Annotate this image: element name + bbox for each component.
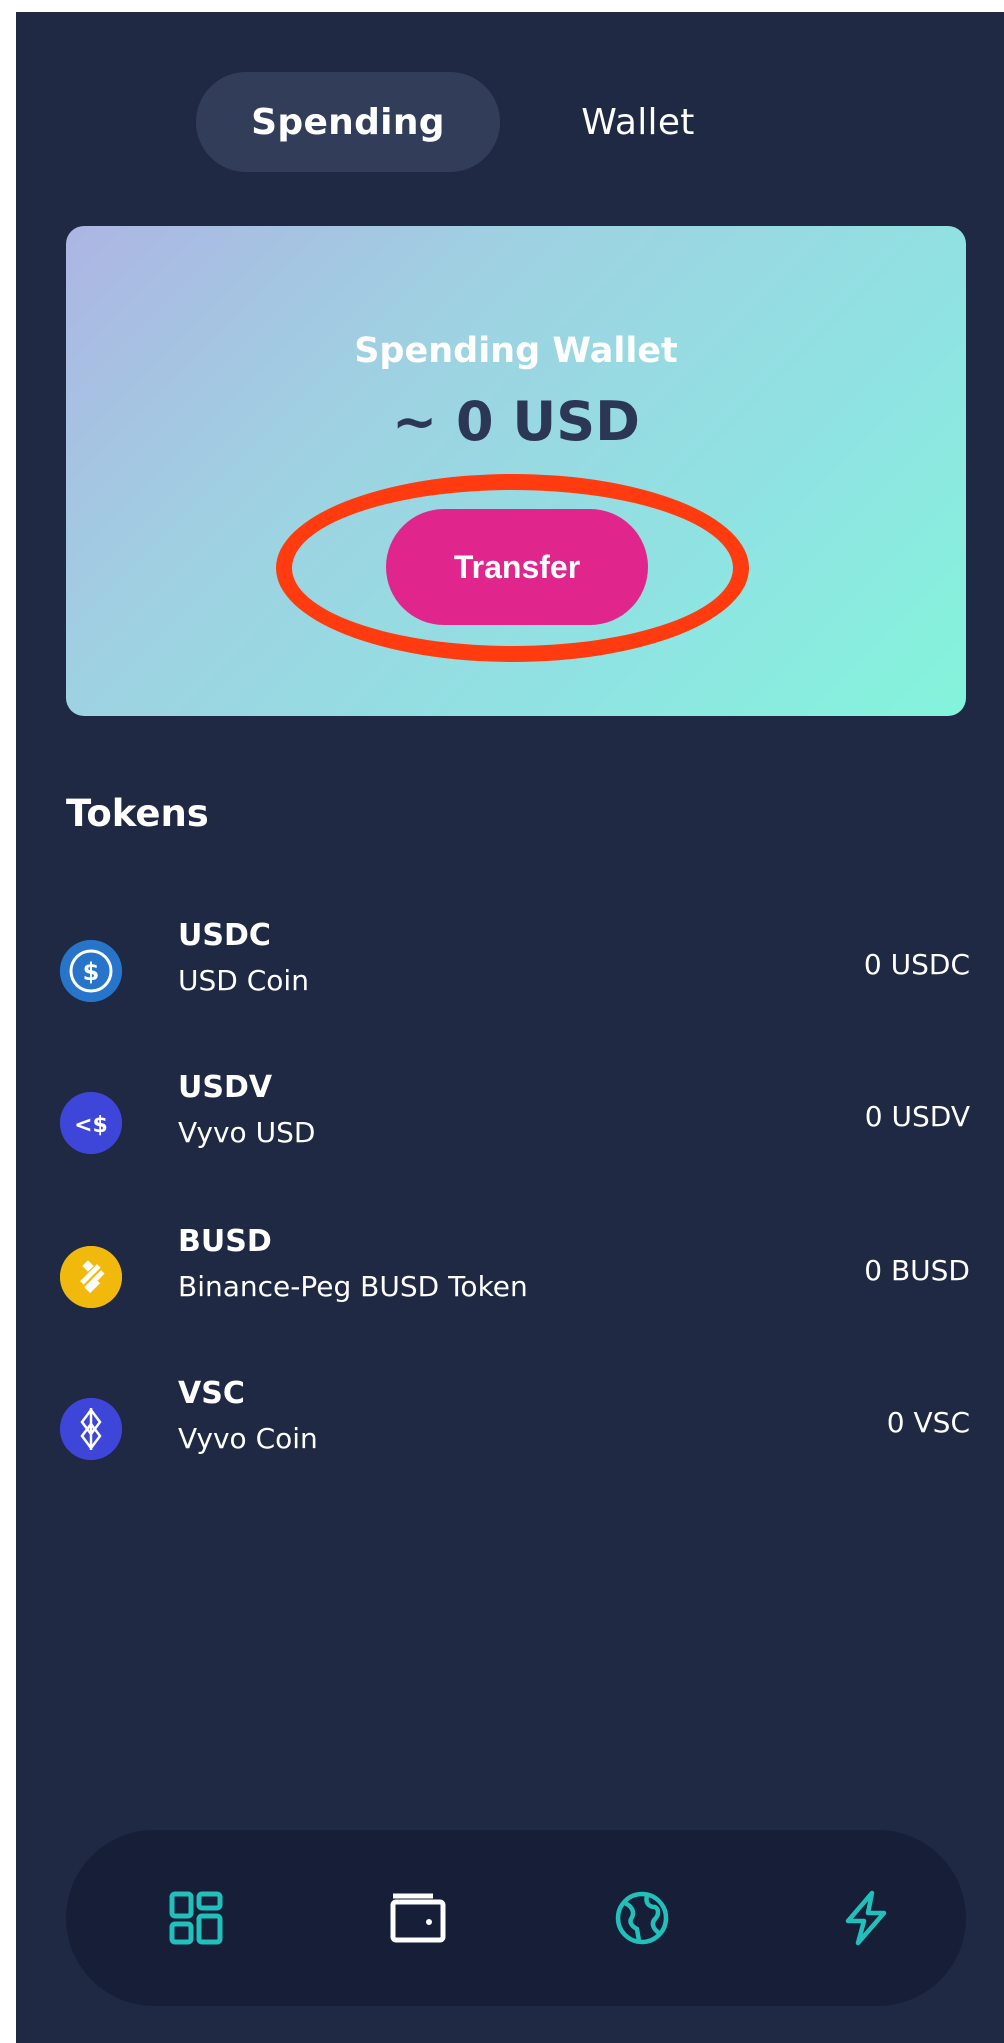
globe-icon[interactable]: [604, 1880, 680, 1956]
svg-text:<$: <$: [74, 1113, 108, 1138]
app-screen: Spending Wallet Spending Wallet ~ 0 USD …: [16, 12, 1004, 2043]
token-name: USD Coin: [178, 964, 309, 997]
token-balance: 0 USDV: [864, 1100, 970, 1133]
token-symbol: BUSD: [178, 1224, 272, 1259]
lightning-icon[interactable]: [828, 1880, 904, 1956]
token-row-vsc[interactable]: VSC Vyvo Coin 0 VSC: [60, 1376, 986, 1486]
token-name: Vyvo USD: [178, 1116, 316, 1149]
tab-wallet[interactable]: Wallet: [500, 72, 776, 172]
token-row-usdv[interactable]: <$ USDV Vyvo USD 0 USDV: [60, 1070, 986, 1180]
transfer-button[interactable]: Transfer: [386, 509, 648, 625]
usdv-icon: <$: [60, 1092, 122, 1154]
bottom-nav: [66, 1830, 966, 2006]
token-name: Binance-Peg BUSD Token: [178, 1270, 528, 1303]
token-symbol: USDV: [178, 1070, 273, 1105]
card-title: Spending Wallet: [354, 331, 678, 371]
tab-spending[interactable]: Spending: [196, 72, 500, 172]
token-row-busd[interactable]: BUSD Binance-Peg BUSD Token 0 BUSD: [60, 1224, 986, 1334]
wallet-balance: ~ 0 USD: [392, 390, 640, 453]
wallet-icon[interactable]: [380, 1880, 456, 1956]
vsc-icon: [60, 1398, 122, 1460]
dashboard-grid-icon[interactable]: [158, 1880, 234, 1956]
wallet-type-tabs: Spending Wallet: [196, 72, 776, 172]
busd-icon: [60, 1246, 122, 1308]
token-balance: 0 VSC: [886, 1406, 970, 1439]
token-symbol: USDC: [178, 918, 271, 953]
token-symbol: VSC: [178, 1376, 245, 1411]
tokens-heading: Tokens: [66, 792, 209, 835]
usdc-icon: $: [60, 940, 122, 1002]
token-balance: 0 BUSD: [864, 1254, 970, 1287]
spending-wallet-card: Spending Wallet ~ 0 USD Transfer: [66, 226, 966, 716]
token-name: Vyvo Coin: [178, 1422, 318, 1455]
token-row-usdc[interactable]: $ USDC USD Coin 0 USDC: [60, 918, 986, 1028]
svg-text:$: $: [83, 958, 100, 986]
token-balance: 0 USDC: [863, 948, 970, 981]
